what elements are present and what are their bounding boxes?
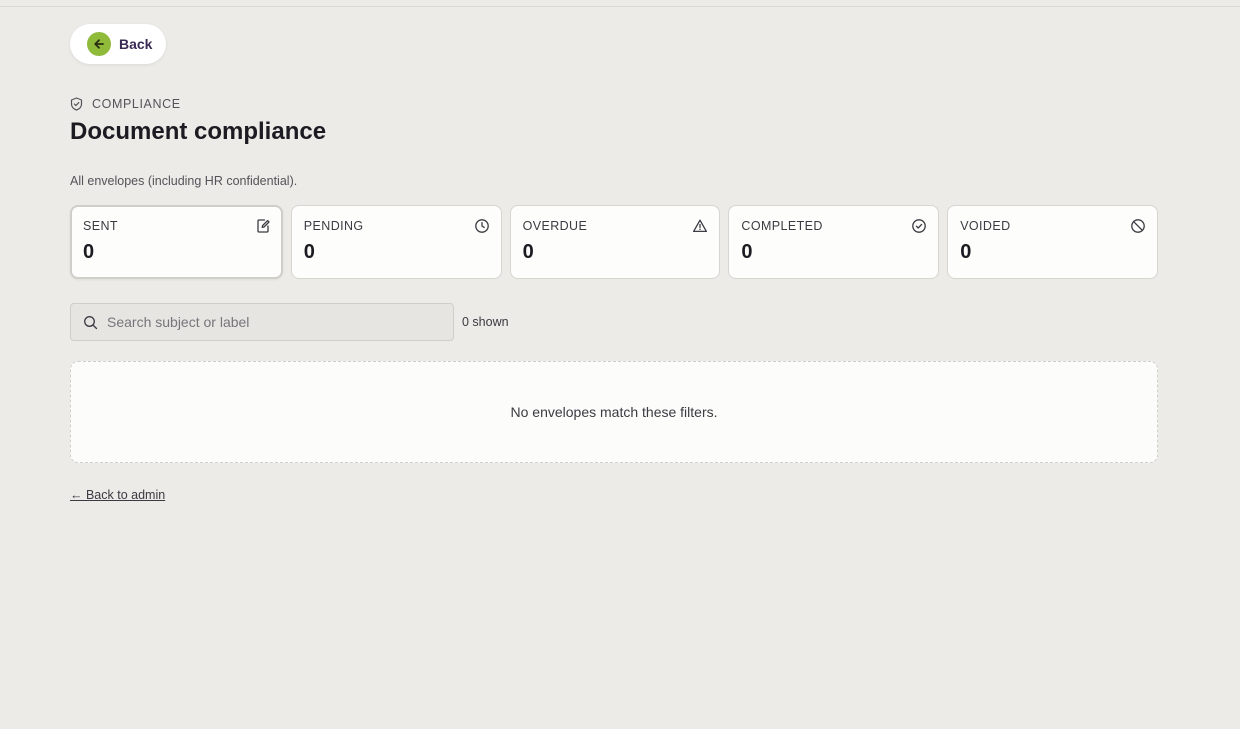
search-icon [84,315,98,329]
back-button[interactable]: Back [70,24,166,64]
section-eyebrow: COMPLIANCE [70,97,181,111]
stat-value: 0 [960,241,972,263]
back-button-label: Back [119,36,153,52]
stat-label: OVERDUE [522,219,588,233]
empty-state: No envelopes match these filters. [70,361,1158,463]
stat-card-sent[interactable]: SENT 0 [70,205,283,279]
top-divider [0,6,1240,7]
stat-label: SENT [83,219,118,233]
empty-state-message: No envelopes match these filters. [510,404,718,420]
search-input[interactable] [107,314,437,330]
stat-value: 0 [741,241,753,263]
results-count: 0 shown [462,315,509,329]
clock-icon [474,219,489,233]
stat-label: COMPLETED [741,219,823,233]
stat-value: 0 [303,241,315,263]
stat-card-voided[interactable]: VOIDED 0 [947,205,1158,279]
back-to-admin-link[interactable]: ← Back to admin [70,488,165,502]
stat-card-pending[interactable]: PENDING 0 [290,205,502,279]
eyebrow-label: COMPLIANCE [92,97,181,111]
warning-triangle-icon [693,219,708,233]
edit-document-icon [257,219,270,233]
check-circle-icon [912,219,927,233]
shield-check-icon [70,97,83,111]
stat-card-completed[interactable]: COMPLETED 0 [728,205,940,279]
stat-label: PENDING [303,219,364,233]
ban-icon [1131,219,1145,233]
stat-value: 0 [522,241,534,263]
stat-card-overdue[interactable]: OVERDUE 0 [509,205,721,279]
arrow-left-icon [87,32,111,56]
stat-label: VOIDED [960,219,1011,233]
page-subtitle: All envelopes (including HR confidential… [70,174,298,188]
page-title: Document compliance [70,118,327,145]
stat-value: 0 [83,241,95,263]
stats-row: SENT 0 PENDING 0 OVERDUE 0 COMPLETED 0 V… [70,205,1158,279]
search-box[interactable] [70,303,454,341]
